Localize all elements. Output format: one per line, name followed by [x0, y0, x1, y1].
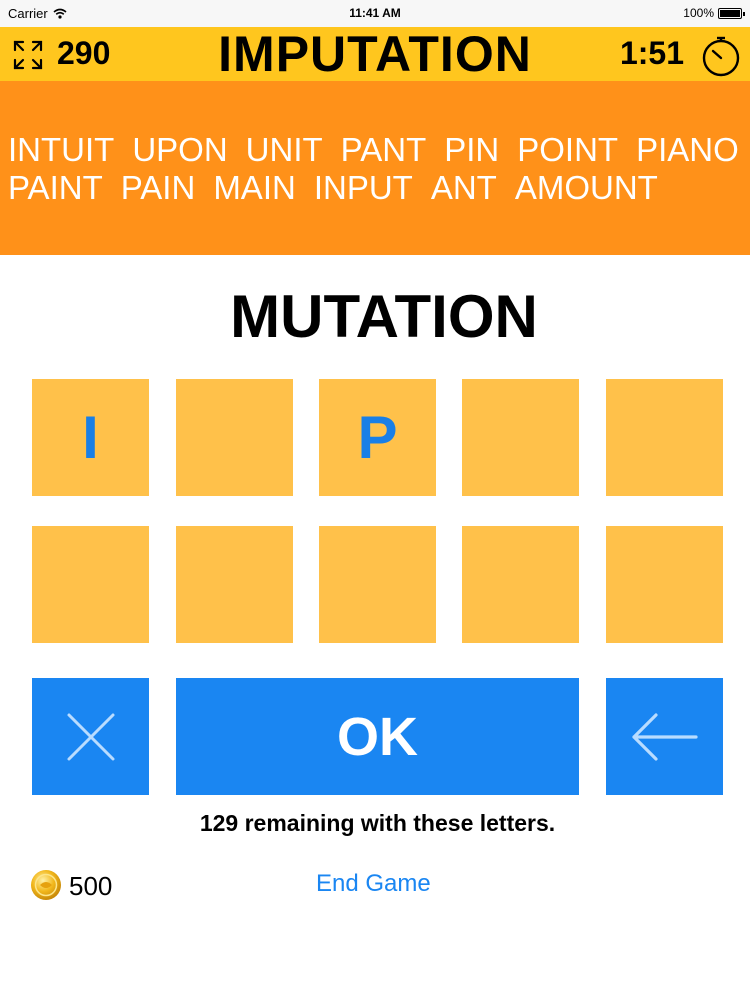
battery-icon: [718, 7, 745, 19]
arrow-left-icon: [631, 712, 698, 761]
found-word: PIN: [444, 131, 500, 168]
status-time: 11:41 AM: [349, 6, 401, 20]
letter-tile[interactable]: [462, 526, 579, 643]
letter-tile[interactable]: [32, 526, 149, 643]
letter-tile[interactable]: [606, 526, 723, 643]
battery: 100%: [683, 6, 745, 20]
battery-percent: 100%: [683, 6, 714, 20]
letter-tile[interactable]: [606, 379, 723, 496]
found-words-panel: INTUIT UPON UNIT PANT PIN POINT PIANO PAINT PAIN…: [0, 81, 750, 255]
close-icon: [67, 713, 114, 760]
stopwatch-icon: [702, 36, 740, 77]
letter-tile[interactable]: [176, 379, 293, 496]
end-game-link[interactable]: End Game: [316, 870, 431, 898]
found-word: PANT: [340, 131, 427, 168]
found-word: INPUT: [313, 169, 413, 206]
game-header: 290 IMPUTATION 1:51: [0, 27, 750, 81]
found-word: INTUIT: [8, 131, 115, 168]
current-word: MUTATION: [230, 283, 538, 350]
found-word: PIANO: [636, 131, 739, 168]
timer: 1:51: [619, 35, 684, 71]
found-words-list: INTUIT UPON UNIT PANT PIN POINT PIANO PAINT PAIN…: [8, 131, 742, 207]
letter-tile[interactable]: [319, 526, 436, 643]
backspace-button[interactable]: [606, 678, 723, 795]
letter-tile[interactable]: [176, 526, 293, 643]
coin-balance: 500: [69, 871, 113, 901]
found-word: UPON: [132, 131, 228, 168]
found-word: PAINT: [8, 169, 103, 206]
letter-tile[interactable]: P: [319, 379, 436, 496]
found-word: PAIN: [120, 169, 196, 206]
ok-button[interactable]: OK: [176, 678, 579, 795]
coin-icon: [31, 870, 61, 900]
letter-tile[interactable]: I: [32, 379, 149, 496]
clear-button[interactable]: [32, 678, 149, 795]
found-word: ANT: [430, 169, 497, 206]
letter-tile[interactable]: [462, 379, 579, 496]
found-word: AMOUNT: [514, 169, 658, 206]
found-word: POINT: [517, 131, 619, 168]
found-word: UNIT: [245, 131, 323, 168]
found-word: MAIN: [213, 169, 296, 206]
status-bar: Carrier 11:41 AM 100%: [0, 0, 750, 27]
remaining-count-text: 129 remaining with these letters.: [199, 810, 556, 836]
